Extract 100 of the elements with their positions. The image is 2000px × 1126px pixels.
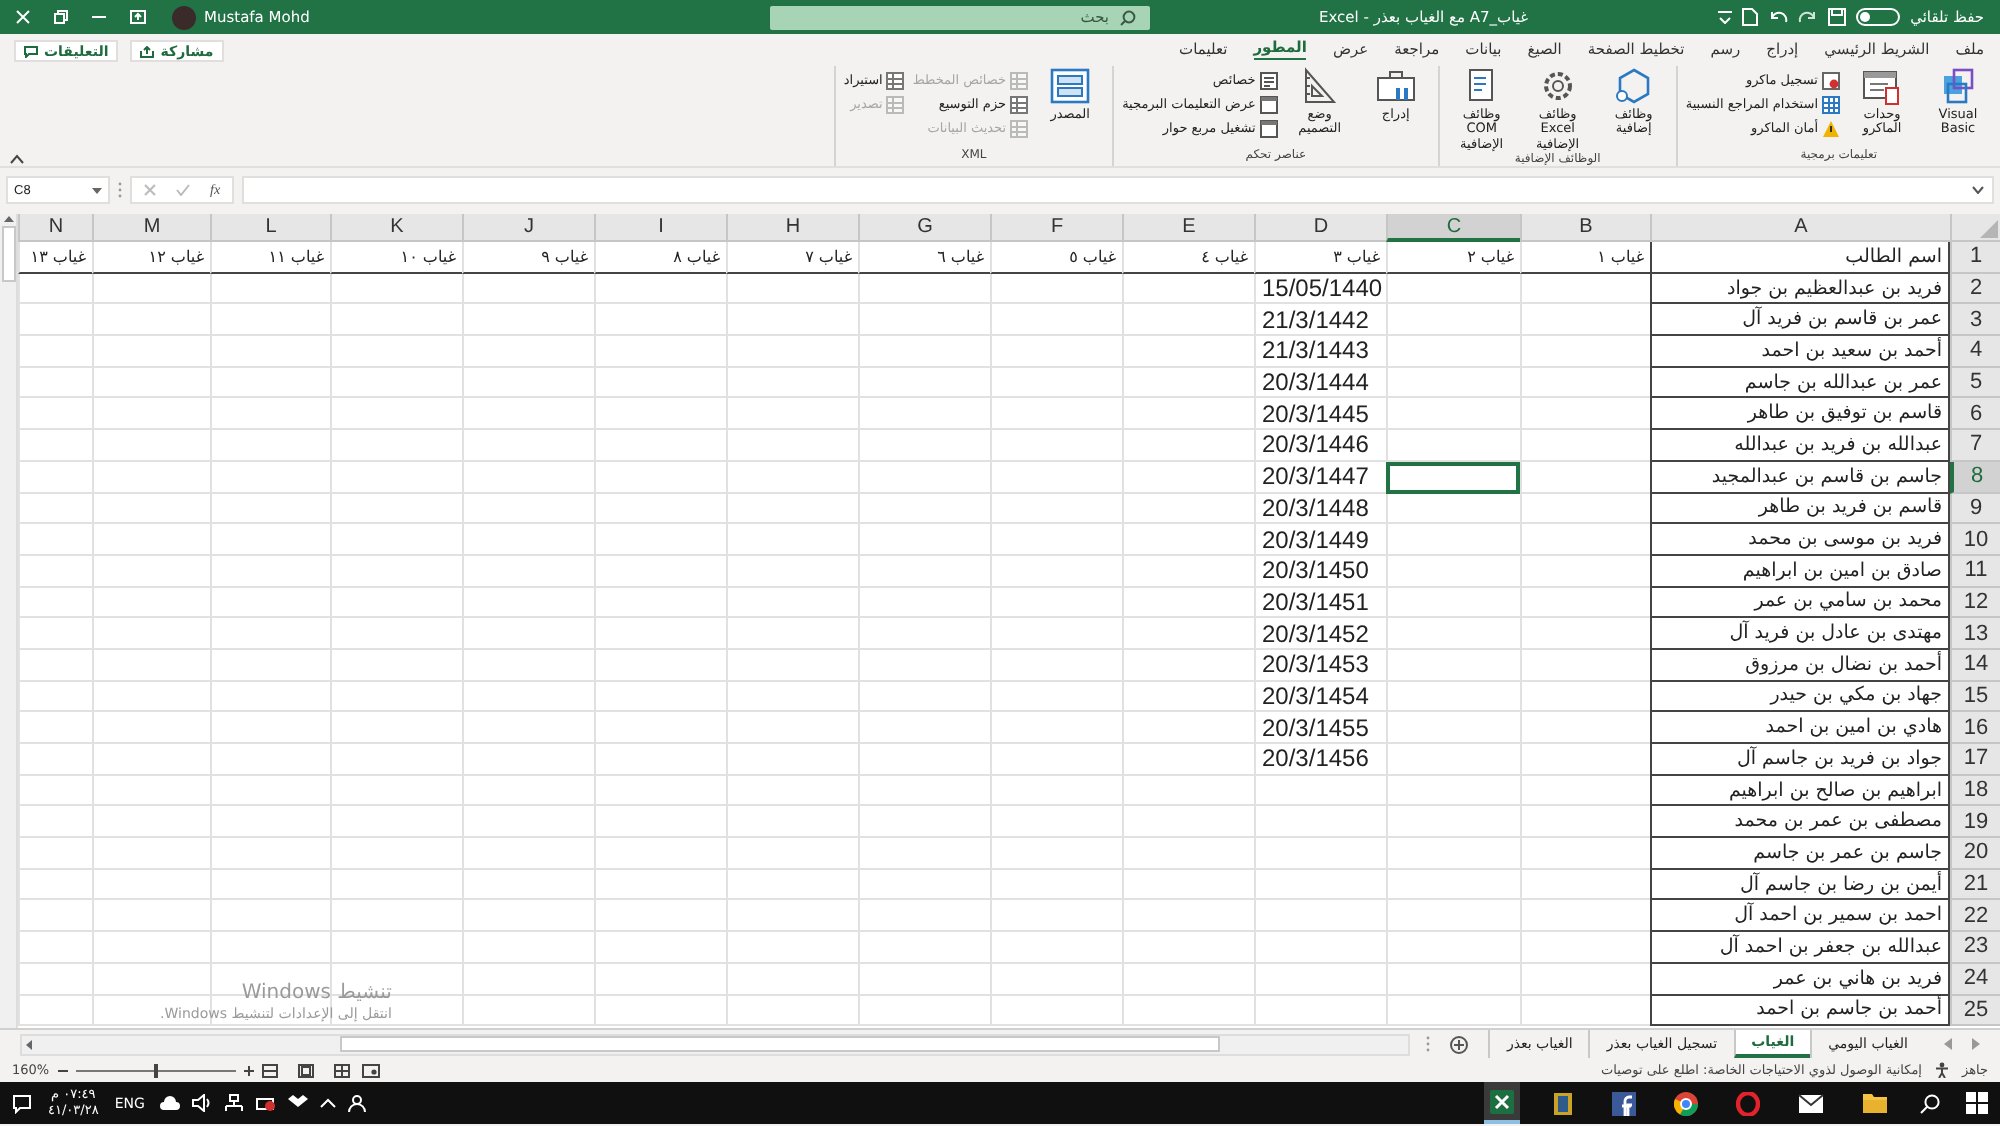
table-cell[interactable]: قاسم بن فريد بن طاهر [1650, 493, 1950, 525]
table-cell[interactable] [210, 398, 330, 431]
table-cell[interactable]: احمد بن سمير بن احمد آل [1650, 900, 1950, 933]
table-cell[interactable] [990, 618, 1122, 650]
table-cell[interactable] [92, 900, 210, 933]
row-header[interactable]: 10 [1950, 524, 2000, 556]
table-cell[interactable] [1122, 869, 1254, 901]
table-cell[interactable] [1122, 995, 1254, 1027]
table-cell[interactable] [1520, 932, 1650, 964]
table-cell[interactable]: هادي بن امين بن احمد [1650, 712, 1950, 744]
table-cell[interactable]: 15/05/1440 [1254, 273, 1386, 305]
scroll-right-icon[interactable] [1972, 1038, 1980, 1050]
table-cell[interactable] [92, 869, 210, 901]
column-header[interactable]: E [1122, 214, 1254, 242]
table-cell[interactable] [594, 775, 726, 807]
table-cell[interactable] [1520, 806, 1650, 839]
row-header[interactable]: 23 [1950, 932, 2000, 964]
table-cell[interactable] [92, 555, 210, 588]
row-header[interactable]: 18 [1950, 775, 2000, 807]
table-cell[interactable] [858, 618, 990, 650]
folder-icon[interactable] [1862, 1092, 1888, 1114]
table-cell[interactable] [210, 430, 330, 462]
table-cell[interactable] [726, 555, 858, 588]
close-icon[interactable] [16, 10, 30, 24]
table-cell[interactable] [1122, 963, 1254, 995]
table-cell[interactable] [330, 869, 462, 901]
table-cell[interactable]: غياب ٨ [594, 242, 726, 274]
row-header[interactable]: 15 [1950, 681, 2000, 713]
table-cell[interactable] [1122, 587, 1254, 619]
row-header[interactable]: 8 [1950, 461, 2000, 493]
table-cell[interactable] [1122, 555, 1254, 588]
table-cell[interactable] [1520, 900, 1650, 933]
save-icon[interactable] [1828, 8, 1847, 26]
row-header[interactable]: 20 [1950, 838, 2000, 870]
table-cell[interactable]: غياب ٥ [990, 242, 1122, 274]
table-cell[interactable] [990, 461, 1122, 493]
table-cell[interactable] [1386, 493, 1520, 525]
table-cell[interactable]: غياب ٤ [1122, 242, 1254, 274]
table-cell[interactable] [210, 336, 330, 368]
table-cell[interactable] [462, 932, 594, 964]
check-icon[interactable] [176, 184, 190, 196]
table-cell[interactable] [330, 712, 462, 744]
table-cell[interactable]: غياب ٢ [1386, 242, 1520, 274]
notification-icon[interactable] [12, 1093, 32, 1113]
table-cell[interactable] [726, 775, 858, 807]
table-cell[interactable] [1122, 398, 1254, 431]
row-header[interactable]: 25 [1950, 995, 2000, 1027]
table-cell[interactable] [594, 681, 726, 713]
table-cell[interactable] [92, 838, 210, 870]
search-icon[interactable] [1920, 1093, 1940, 1113]
table-cell[interactable] [990, 712, 1122, 744]
table-cell[interactable] [726, 587, 858, 619]
chevron-up-icon[interactable] [320, 1098, 337, 1108]
table-cell[interactable]: 20/3/1448 [1254, 493, 1386, 525]
table-cell[interactable] [1386, 681, 1520, 713]
row-header[interactable]: 5 [1950, 367, 2000, 399]
table-cell[interactable] [726, 273, 858, 305]
table-cell[interactable] [990, 869, 1122, 901]
table-cell[interactable]: غياب ٣ [1254, 242, 1386, 274]
table-cell[interactable] [858, 587, 990, 619]
table-cell[interactable] [1520, 336, 1650, 368]
table-cell[interactable] [92, 461, 210, 493]
customize-icon[interactable] [1718, 10, 1733, 24]
zoom-in-icon[interactable] [243, 1065, 254, 1075]
table-cell[interactable] [594, 806, 726, 839]
cancel-icon[interactable] [144, 184, 156, 196]
table-cell[interactable] [726, 712, 858, 744]
table-cell[interactable]: غياب ١ [1520, 242, 1650, 274]
table-cell[interactable] [1520, 398, 1650, 431]
undo-icon[interactable] [1768, 9, 1789, 25]
table-cell[interactable] [594, 273, 726, 305]
table-cell[interactable] [726, 493, 858, 525]
table-cell[interactable] [1386, 555, 1520, 588]
table-cell[interactable] [594, 744, 726, 776]
table-cell[interactable] [330, 900, 462, 933]
table-cell[interactable] [990, 932, 1122, 964]
table-cell[interactable] [1520, 273, 1650, 305]
table-cell[interactable] [1520, 963, 1650, 995]
table-cell[interactable] [1122, 932, 1254, 964]
table-cell[interactable] [462, 336, 594, 368]
table-cell[interactable] [1520, 493, 1650, 525]
table-cell[interactable] [1122, 681, 1254, 713]
column-header[interactable]: D [1254, 214, 1386, 242]
scroll-up-icon[interactable] [3, 216, 13, 222]
table-cell[interactable] [990, 744, 1122, 776]
table-cell[interactable]: 20/3/1446 [1254, 430, 1386, 462]
page-break-view-icon[interactable] [261, 1063, 278, 1077]
table-cell[interactable] [726, 649, 858, 682]
table-cell[interactable] [1386, 430, 1520, 462]
row-header[interactable]: 12 [1950, 587, 2000, 619]
table-cell[interactable]: أحمد بن سعيد بن احمد [1650, 336, 1950, 368]
table-cell[interactable] [1386, 587, 1520, 619]
table-cell[interactable] [594, 838, 726, 870]
table-cell[interactable] [1386, 838, 1520, 870]
table-cell[interactable] [1386, 649, 1520, 682]
cloud-icon[interactable] [160, 1096, 181, 1110]
table-cell[interactable] [1122, 461, 1254, 493]
table-cell[interactable] [210, 681, 330, 713]
table-cell[interactable] [210, 304, 330, 337]
dropbox-icon[interactable] [288, 1094, 309, 1112]
